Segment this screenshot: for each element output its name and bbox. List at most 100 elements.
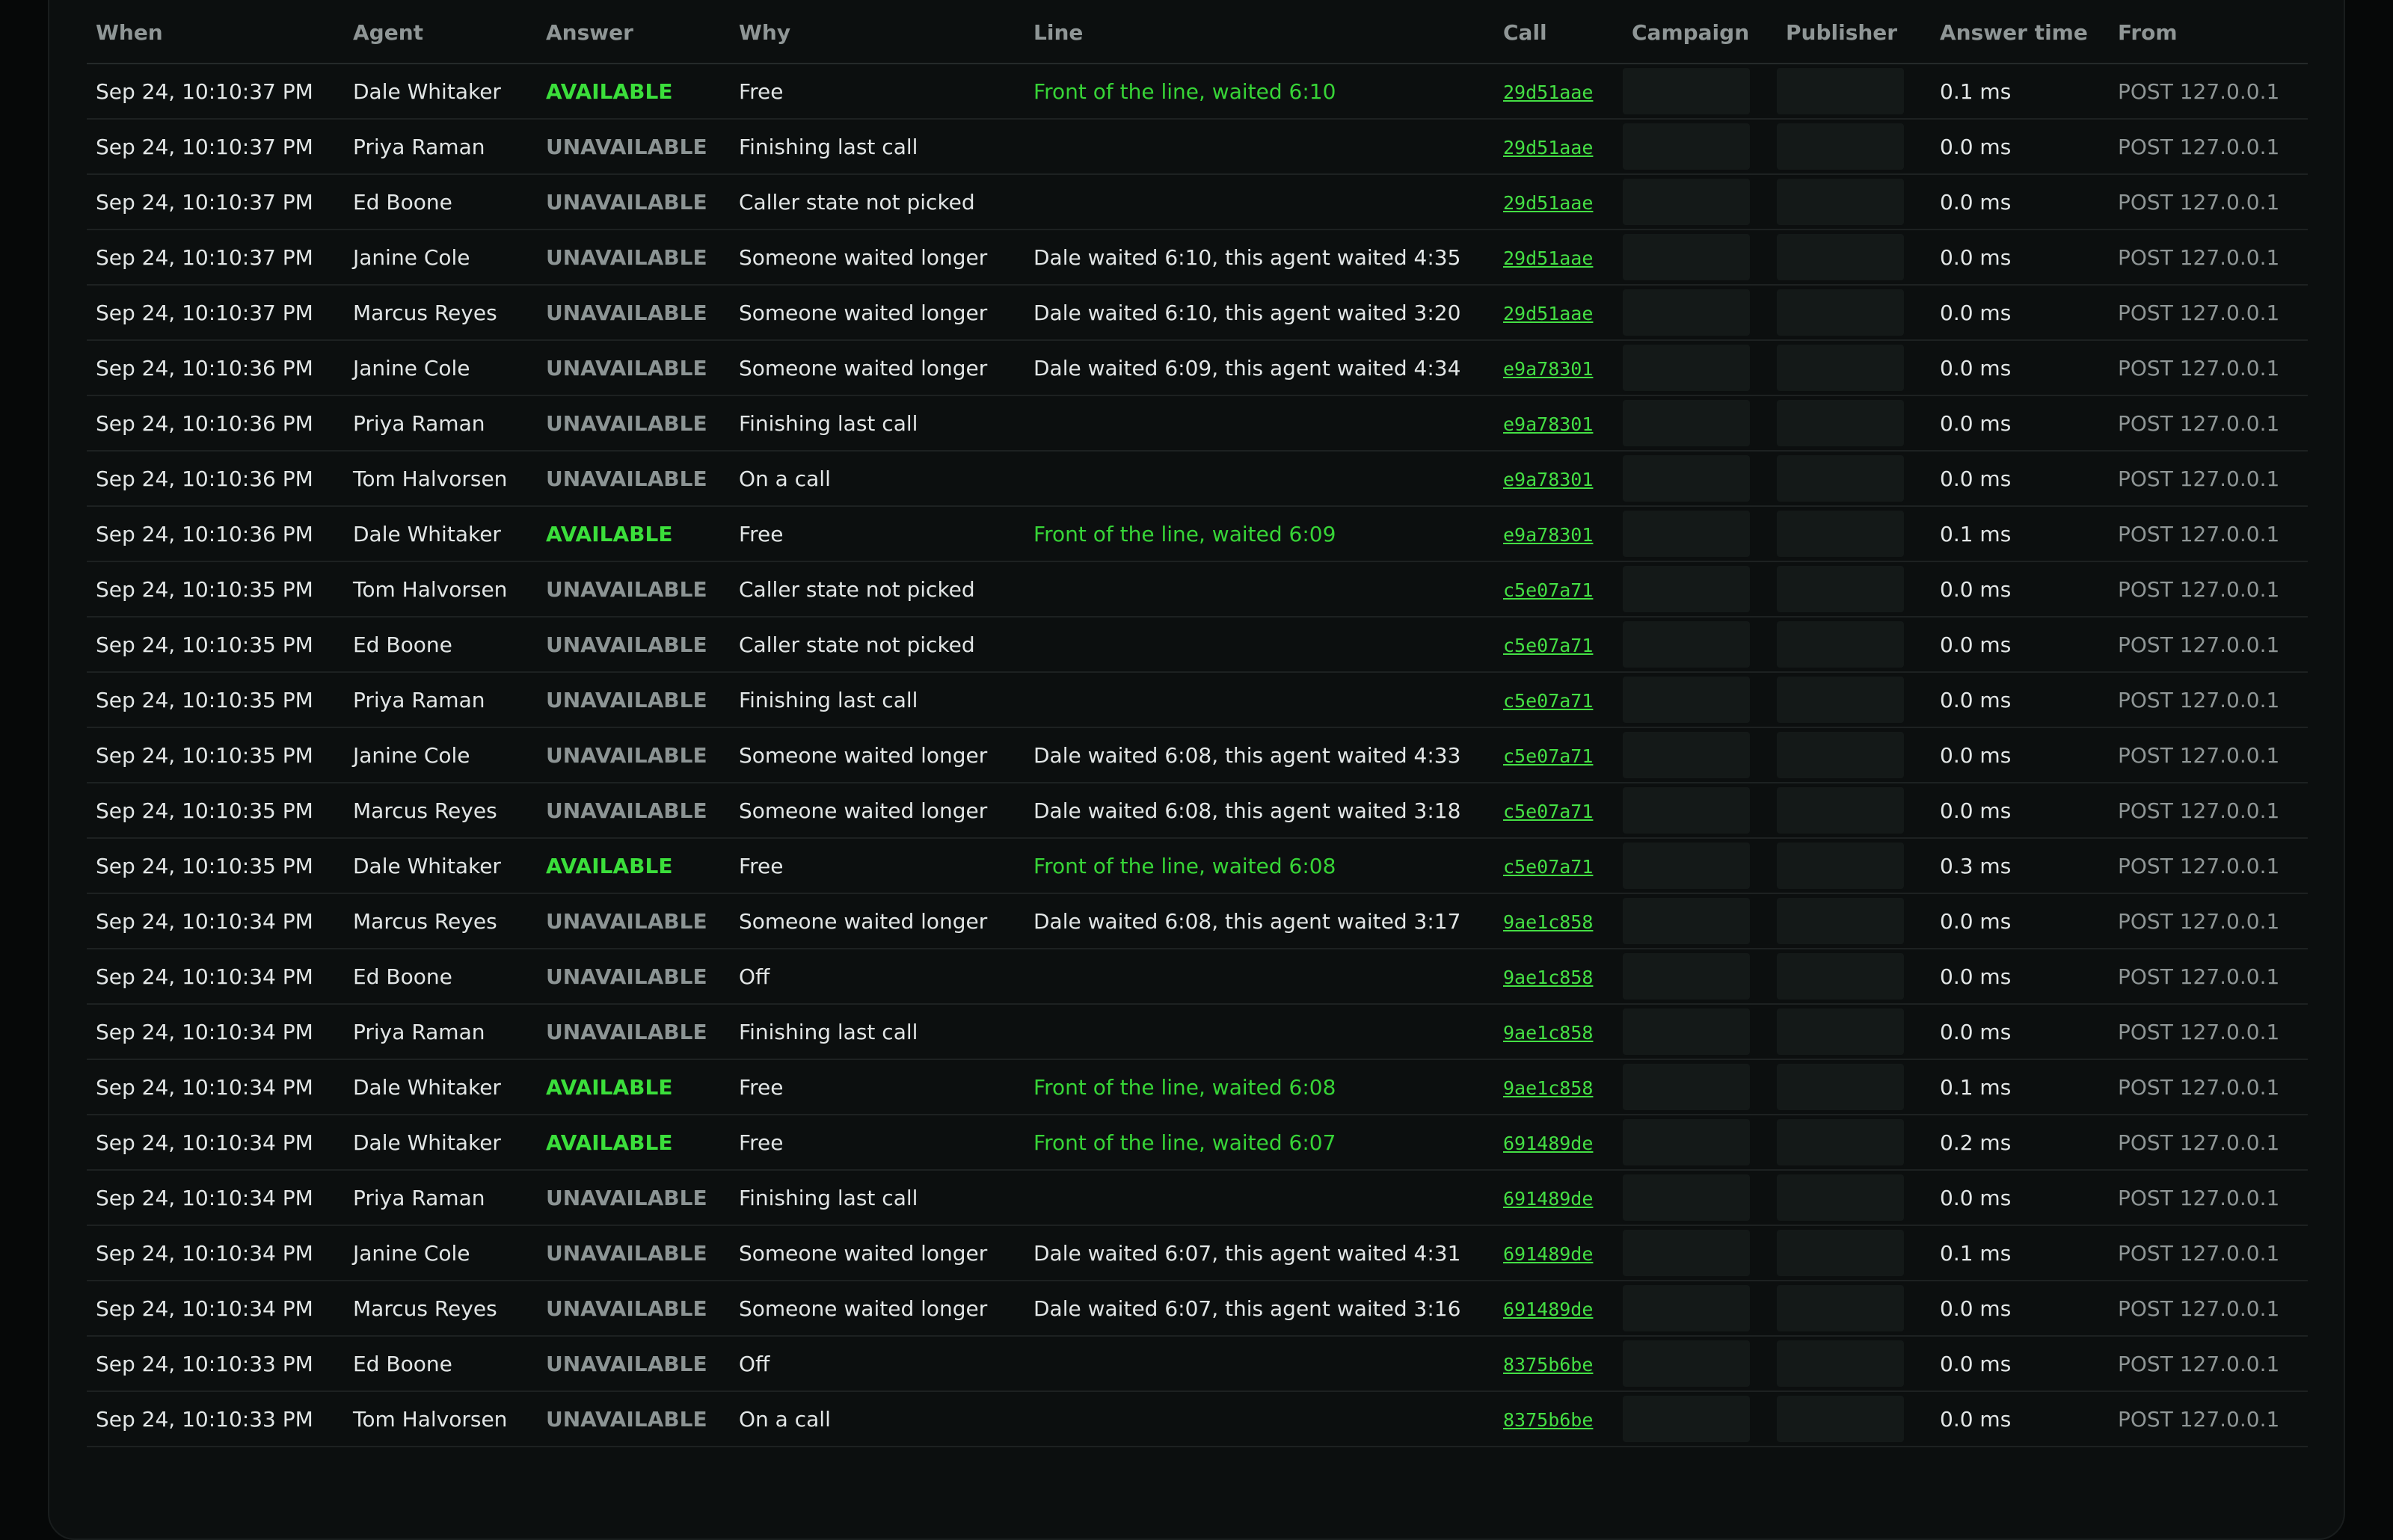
cell-line (1025, 1336, 1494, 1392)
call-id-link[interactable]: 29d51aae (1503, 81, 1593, 103)
column-header-answer-time[interactable]: Answer time (1931, 1, 2109, 64)
cell-answer-time: 0.1 ms (1931, 506, 2109, 562)
column-header-answer[interactable]: Answer (537, 1, 730, 64)
column-header-campaign[interactable]: Campaign (1623, 1, 1777, 64)
column-header-from[interactable]: From (2109, 1, 2308, 64)
call-id-link[interactable]: 691489de (1503, 1133, 1593, 1154)
cell-answer-time: 0.1 ms (1931, 64, 2109, 120)
call-id-link[interactable]: e9a78301 (1503, 469, 1593, 490)
cell-why: Off (730, 1336, 1025, 1392)
call-id-link[interactable]: 691489de (1503, 1188, 1593, 1210)
cell-call: 29d51aae (1494, 119, 1623, 175)
cell-answer-time: 0.1 ms (1931, 1225, 2109, 1281)
cell-call: 9ae1c858 (1494, 1059, 1623, 1115)
cell-call: 29d51aae (1494, 64, 1623, 120)
cell-when: Sep 24, 10:10:35 PM (87, 672, 344, 728)
call-id-link[interactable]: 8375b6be (1503, 1409, 1593, 1431)
cell-from: POST 127.0.0.1 (2109, 506, 2308, 562)
cell-agent: Priya Raman (344, 672, 537, 728)
call-id-link[interactable]: c5e07a71 (1503, 690, 1593, 712)
call-id-link[interactable]: 29d51aae (1503, 137, 1593, 158)
cell-agent: Ed Boone (344, 949, 537, 1005)
cell-publisher (1777, 1391, 1931, 1447)
cell-why: Off (730, 949, 1025, 1005)
call-id-link[interactable]: c5e07a71 (1503, 635, 1593, 656)
cell-call: e9a78301 (1494, 451, 1623, 507)
cell-publisher (1777, 838, 1931, 894)
cell-agent: Priya Raman (344, 1170, 537, 1226)
cell-answer-time: 0.0 ms (1931, 783, 2109, 839)
cell-answer: UNAVAILABLE (537, 727, 730, 783)
cell-agent: Janine Cole (344, 727, 537, 783)
column-header-call[interactable]: Call (1494, 1, 1623, 64)
publisher-placeholder (1777, 1230, 1904, 1276)
cell-answer-time: 0.0 ms (1931, 451, 2109, 507)
cell-line: Dale waited 6:10, this agent waited 4:35 (1025, 230, 1494, 286)
publisher-placeholder (1777, 787, 1904, 834)
cell-why: Someone waited longer (730, 230, 1025, 286)
cell-answer: AVAILABLE (537, 64, 730, 120)
cell-from: POST 127.0.0.1 (2109, 672, 2308, 728)
call-id-link[interactable]: c5e07a71 (1503, 856, 1593, 878)
table-row: Sep 24, 10:10:37 PM Ed Boone UNAVAILABLE Ca… (87, 174, 2308, 230)
cell-answer: UNAVAILABLE (537, 395, 730, 452)
publisher-placeholder (1777, 677, 1904, 723)
call-id-link[interactable]: 8375b6be (1503, 1354, 1593, 1376)
cell-answer: UNAVAILABLE (537, 617, 730, 673)
publisher-placeholder (1777, 843, 1904, 889)
cell-from: POST 127.0.0.1 (2109, 230, 2308, 286)
cell-from: POST 127.0.0.1 (2109, 893, 2308, 949)
table-row: Sep 24, 10:10:34 PM Marcus Reyes UNAVAILAB… (87, 1281, 2308, 1337)
cell-agent: Dale Whitaker (344, 838, 537, 894)
call-id-link[interactable]: c5e07a71 (1503, 579, 1593, 601)
call-id-link[interactable]: 29d51aae (1503, 247, 1593, 269)
cell-campaign (1623, 949, 1777, 1005)
call-id-link[interactable]: 9ae1c858 (1503, 1022, 1593, 1044)
cell-agent: Dale Whitaker (344, 1115, 537, 1171)
call-id-link[interactable]: c5e07a71 (1503, 745, 1593, 767)
cell-agent: Dale Whitaker (344, 64, 537, 120)
cell-answer: UNAVAILABLE (537, 893, 730, 949)
campaign-placeholder (1623, 123, 1750, 170)
campaign-placeholder (1623, 455, 1750, 502)
cell-answer: UNAVAILABLE (537, 1004, 730, 1060)
call-id-link[interactable]: e9a78301 (1503, 524, 1593, 546)
call-id-link[interactable]: 691489de (1503, 1243, 1593, 1265)
column-header-publisher[interactable]: Publisher (1777, 1, 1931, 64)
column-header-agent[interactable]: Agent (344, 1, 537, 64)
call-id-link[interactable]: 9ae1c858 (1503, 911, 1593, 933)
cell-line (1025, 561, 1494, 617)
column-header-why[interactable]: Why (730, 1, 1025, 64)
call-id-link[interactable]: c5e07a71 (1503, 801, 1593, 822)
cell-answer: AVAILABLE (537, 506, 730, 562)
cell-publisher (1777, 340, 1931, 396)
cell-from: POST 127.0.0.1 (2109, 617, 2308, 673)
cell-answer: UNAVAILABLE (537, 285, 730, 341)
call-id-link[interactable]: 9ae1c858 (1503, 1077, 1593, 1099)
call-id-link[interactable]: 691489de (1503, 1299, 1593, 1320)
publisher-placeholder (1777, 234, 1904, 280)
cell-when: Sep 24, 10:10:35 PM (87, 838, 344, 894)
call-id-link[interactable]: e9a78301 (1503, 413, 1593, 435)
cell-why: Finishing last call (730, 672, 1025, 728)
cell-publisher (1777, 1115, 1931, 1171)
cell-when: Sep 24, 10:10:34 PM (87, 949, 344, 1005)
cell-when: Sep 24, 10:10:35 PM (87, 727, 344, 783)
call-id-link[interactable]: 9ae1c858 (1503, 967, 1593, 988)
cell-call: 29d51aae (1494, 230, 1623, 286)
cell-why: Someone waited longer (730, 340, 1025, 396)
cell-campaign (1623, 64, 1777, 120)
table-row: Sep 24, 10:10:35 PM Tom Halvorsen UNAVAILA… (87, 561, 2308, 617)
column-header-when[interactable]: When (87, 1, 344, 64)
column-header-line[interactable]: Line (1025, 1, 1494, 64)
call-id-link[interactable]: e9a78301 (1503, 358, 1593, 380)
cell-answer: UNAVAILABLE (537, 119, 730, 175)
campaign-placeholder (1623, 234, 1750, 280)
cell-campaign (1623, 1059, 1777, 1115)
publisher-placeholder (1777, 400, 1904, 446)
call-id-link[interactable]: 29d51aae (1503, 303, 1593, 324)
table-row: Sep 24, 10:10:34 PM Marcus Reyes UNAVAILAB… (87, 893, 2308, 949)
cell-why: Free (730, 1059, 1025, 1115)
call-id-link[interactable]: 29d51aae (1503, 192, 1593, 214)
cell-why: Caller state not picked (730, 617, 1025, 673)
